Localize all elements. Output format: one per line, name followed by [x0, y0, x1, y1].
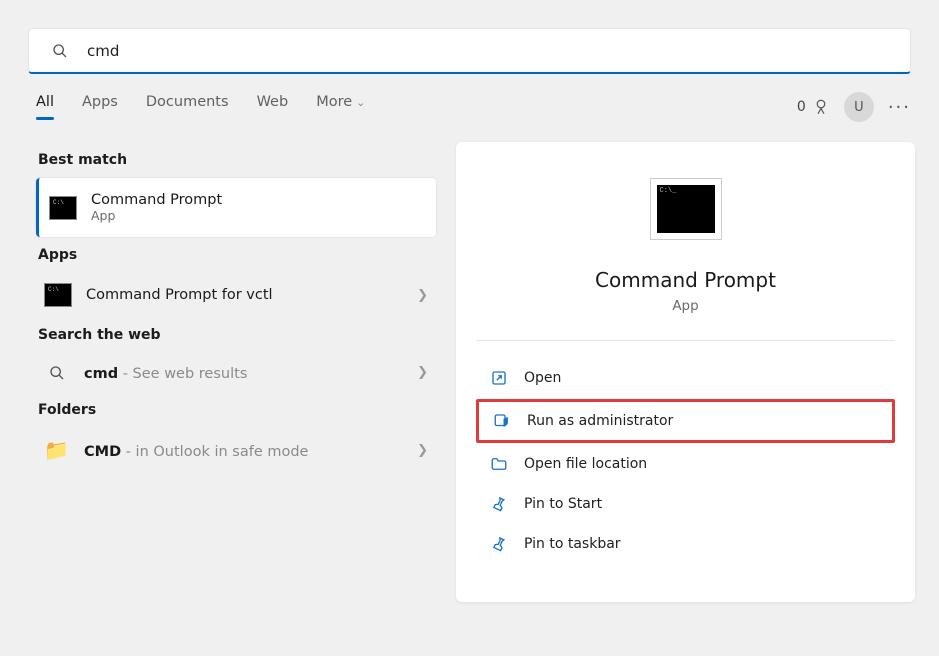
rewards-count: 0: [797, 99, 806, 115]
action-label: Pin to taskbar: [524, 536, 621, 552]
folders-section-label: Folders: [38, 402, 436, 418]
results-column: Best match C:\ Command Prompt App Apps C…: [36, 142, 436, 602]
action-label: Open file location: [524, 456, 647, 472]
rewards-indicator[interactable]: 0: [797, 98, 830, 116]
folder-result-title: CMD: [84, 444, 121, 460]
details-panel: C:\_ Command Prompt App Open Run as admi…: [456, 142, 915, 602]
apps-section-label: Apps: [38, 247, 436, 263]
cmd-icon: C:\: [44, 283, 72, 307]
web-result-suffix: - See web results: [118, 366, 247, 382]
web-result-query: cmd: [84, 366, 118, 382]
folder-result-row[interactable]: 📁 CMD - in Outlook in safe mode ❯: [36, 428, 436, 472]
search-icon: [47, 43, 73, 59]
action-pin-start[interactable]: Pin to Start: [476, 485, 895, 523]
best-match-result[interactable]: C:\ Command Prompt App: [36, 178, 436, 237]
app-result-title: Command Prompt for vctl: [86, 287, 273, 303]
search-icon: [44, 365, 70, 381]
tab-row: All Apps Documents Web More ⌄ 0 U ···: [0, 74, 939, 122]
action-label: Run as administrator: [527, 413, 673, 429]
tab-web[interactable]: Web: [257, 94, 289, 120]
search-web-label: Search the web: [38, 327, 436, 343]
tab-all[interactable]: All: [36, 94, 54, 120]
action-label: Pin to Start: [524, 496, 602, 512]
chevron-right-icon: ❯: [417, 365, 428, 380]
search-bar[interactable]: [28, 28, 911, 74]
cmd-icon: C:\: [49, 196, 77, 220]
open-icon: [490, 369, 508, 387]
more-menu-button[interactable]: ···: [888, 97, 911, 118]
folder-result-suffix: - in Outlook in safe mode: [121, 444, 308, 460]
top-right-controls: 0 U ···: [797, 92, 911, 122]
filter-tabs: All Apps Documents Web More ⌄: [36, 94, 365, 120]
tab-more[interactable]: More ⌄: [316, 94, 365, 120]
action-list: Open Run as administrator Open file loca…: [476, 359, 895, 563]
search-input[interactable]: [87, 42, 892, 60]
divider: [476, 340, 895, 341]
pin-icon: [490, 495, 508, 513]
tab-apps[interactable]: Apps: [82, 94, 118, 120]
best-match-subtitle: App: [91, 208, 222, 223]
chevron-down-icon: ⌄: [356, 96, 365, 109]
shield-icon: [493, 412, 511, 430]
pin-icon: [490, 535, 508, 553]
content-area: Best match C:\ Command Prompt App Apps C…: [0, 122, 939, 602]
action-open[interactable]: Open: [476, 359, 895, 397]
app-large-icon: C:\_: [650, 178, 722, 240]
action-open-location[interactable]: Open file location: [476, 445, 895, 483]
avatar[interactable]: U: [844, 92, 874, 122]
best-match-title: Command Prompt: [91, 192, 222, 208]
action-pin-taskbar[interactable]: Pin to taskbar: [476, 525, 895, 563]
rewards-icon: [812, 98, 830, 116]
chevron-right-icon: ❯: [417, 443, 428, 458]
web-result-row[interactable]: cmd - See web results ❯: [36, 353, 436, 392]
folder-icon: 📁: [44, 438, 70, 462]
tab-more-label: More: [316, 94, 352, 110]
best-match-label: Best match: [38, 152, 436, 168]
action-run-admin[interactable]: Run as administrator: [476, 399, 895, 443]
tab-documents[interactable]: Documents: [146, 94, 229, 120]
chevron-right-icon: ❯: [417, 288, 428, 303]
details-subtitle: App: [672, 298, 698, 314]
folder-icon: [490, 455, 508, 473]
action-label: Open: [524, 370, 561, 386]
app-result-row[interactable]: C:\ Command Prompt for vctl ❯: [36, 273, 436, 317]
details-title: Command Prompt: [595, 268, 776, 292]
